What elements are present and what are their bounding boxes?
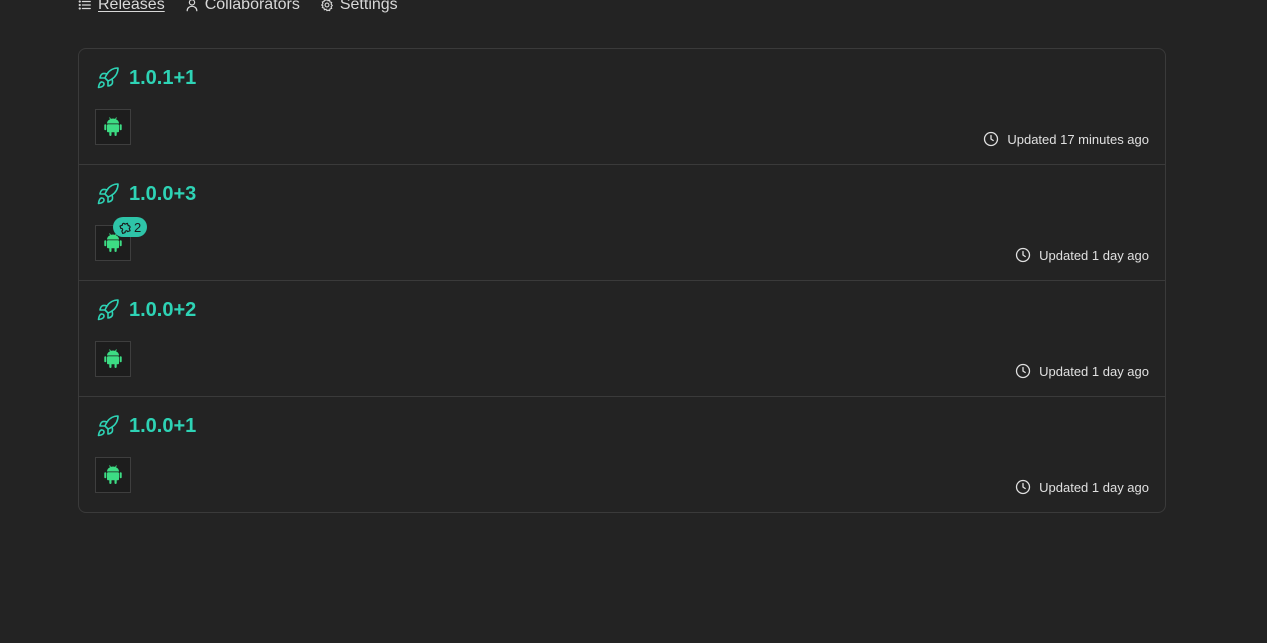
updated-text: Updated 1 day ago	[1039, 479, 1149, 495]
clock-icon	[1015, 247, 1031, 263]
release-item[interactable]: 1.0.0+2 Updated 1 day ago	[79, 281, 1165, 397]
gear-icon	[320, 0, 333, 12]
tab-label: Settings	[339, 0, 398, 13]
rocket-icon	[97, 299, 119, 321]
release-item[interactable]: 1.0.0+1 Updated 1 day ago	[79, 397, 1165, 512]
release-title: 1.0.0+3	[96, 182, 196, 206]
tab-bar: Releases Collaborators Settings	[78, 0, 398, 16]
tab-settings[interactable]: Settings	[320, 0, 398, 14]
updated-info: Updated 1 day ago	[1015, 247, 1149, 263]
tab-label: Releases	[98, 0, 165, 13]
clock-icon	[984, 131, 999, 147]
releases-list: 1.0.1+1 Updated 17 minutes ago 1.0.0+3 2…	[78, 48, 1166, 513]
release-title: 1.0.0+2	[96, 298, 196, 322]
updated-text: Updated 17 minutes ago	[1007, 131, 1149, 147]
updated-text: Updated 1 day ago	[1039, 247, 1149, 263]
tab-label: Collaborators	[204, 0, 300, 13]
rocket-icon	[97, 183, 119, 205]
updated-info: Updated 1 day ago	[1015, 479, 1149, 495]
android-icon	[104, 349, 122, 368]
tab-collaborators[interactable]: Collaborators	[185, 0, 300, 14]
android-icon	[104, 117, 122, 136]
puzzle-icon	[119, 222, 131, 234]
release-version[interactable]: 1.0.0+3	[129, 183, 196, 206]
platform-chip[interactable]	[95, 457, 131, 493]
release-version[interactable]: 1.0.0+1	[129, 415, 196, 438]
updated-text: Updated 1 day ago	[1039, 363, 1149, 379]
badge-count: 2	[134, 219, 142, 235]
clock-icon	[1015, 363, 1031, 379]
rocket-icon	[97, 67, 119, 89]
release-item[interactable]: 1.0.1+1 Updated 17 minutes ago	[79, 49, 1165, 165]
android-icon	[104, 465, 122, 484]
updated-info: Updated 1 day ago	[1015, 363, 1149, 379]
clock-icon	[1015, 479, 1031, 495]
list-icon	[78, 0, 91, 10]
tab-releases[interactable]: Releases	[78, 0, 165, 14]
rocket-icon	[97, 415, 119, 437]
release-version[interactable]: 1.0.0+2	[129, 299, 196, 322]
release-version[interactable]: 1.0.1+1	[129, 67, 196, 90]
plugin-count-badge: 2	[113, 217, 148, 237]
release-item[interactable]: 1.0.0+3 2 Updated 1 day ago	[79, 165, 1165, 281]
release-title: 1.0.0+1	[96, 414, 196, 438]
updated-info: Updated 17 minutes ago	[983, 131, 1149, 147]
platform-chip[interactable]	[95, 341, 131, 377]
user-icon	[186, 0, 198, 12]
release-title: 1.0.1+1	[96, 66, 196, 90]
platform-chip[interactable]	[95, 109, 131, 145]
